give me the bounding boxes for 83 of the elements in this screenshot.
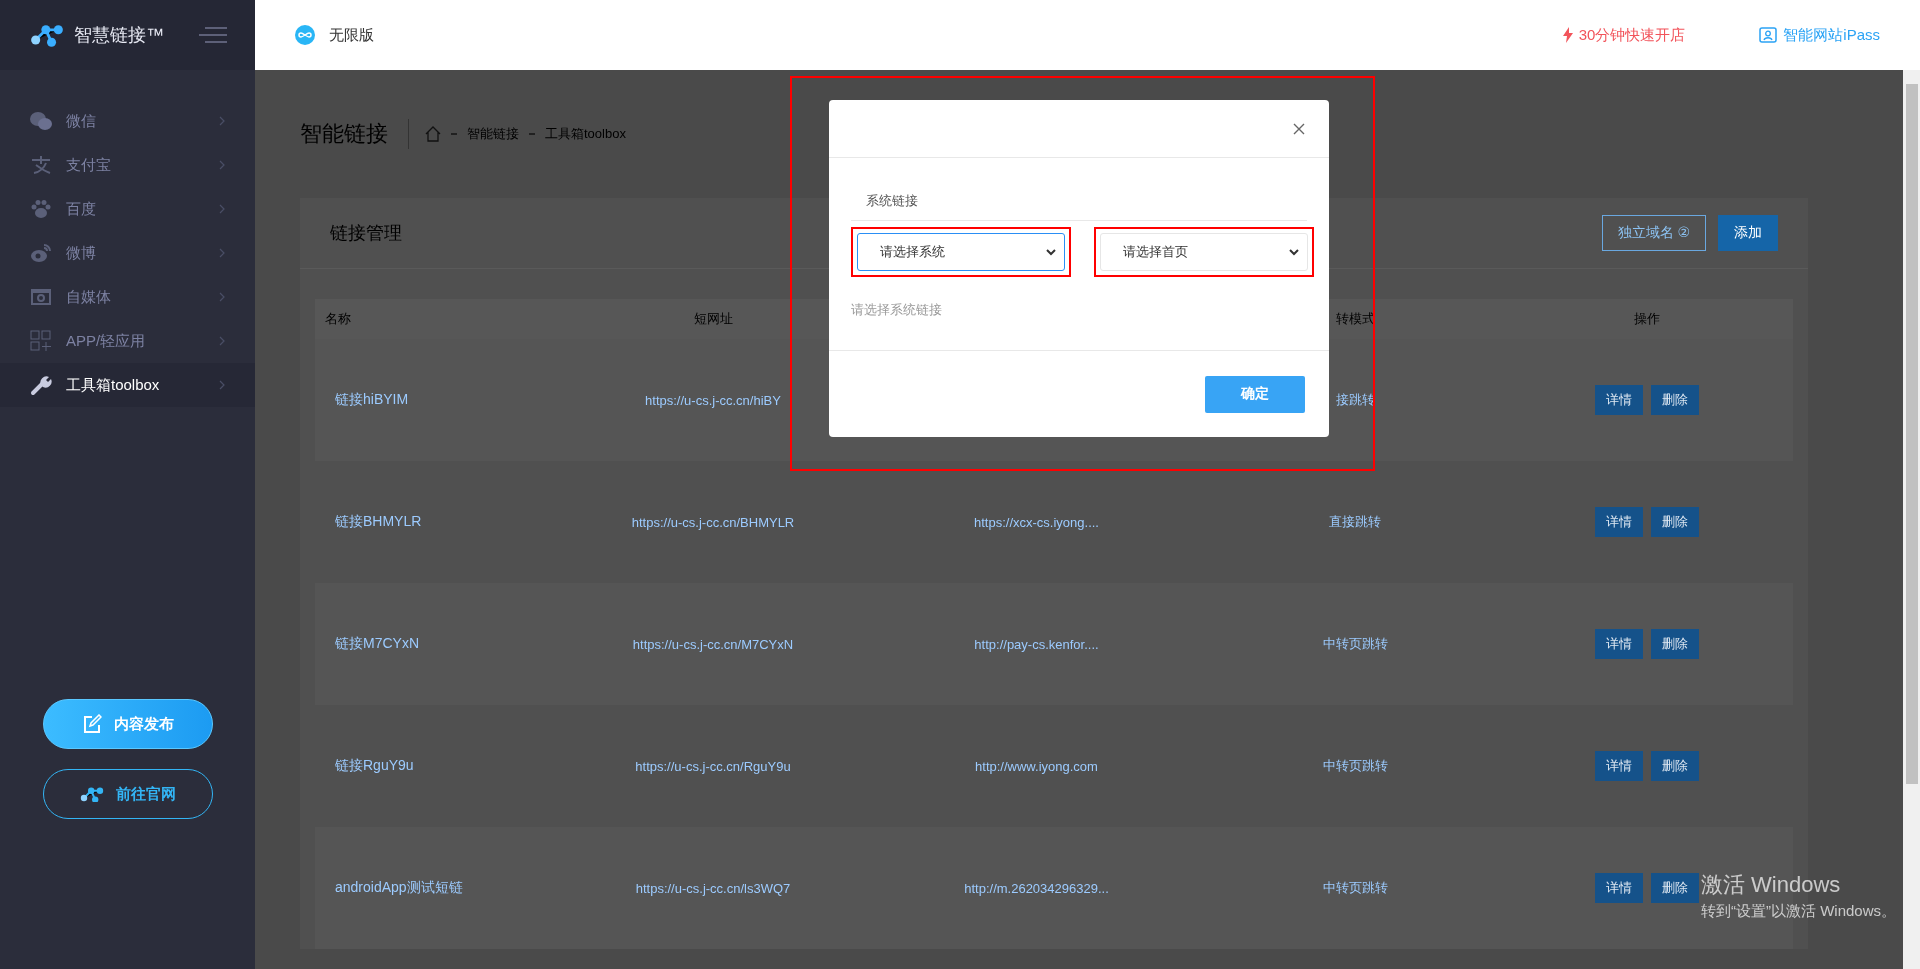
table-cell: 直接跳转 [1329,514,1381,529]
column-header: 名称 [325,311,351,326]
details-button[interactable]: 详情 [1594,873,1643,903]
link-name[interactable]: androidApp测试短链 [335,879,463,895]
edit-icon [81,714,102,734]
paw-icon [30,199,52,219]
chevron-down-icon [1289,248,1299,256]
quick-start-link[interactable]: 30分钟快速开店 [1562,25,1686,45]
logo-icon [30,23,64,47]
sidebar-item[interactable]: 支付宝 [0,143,255,187]
table-cell: 中转页跳转 [1322,636,1388,651]
brand-name: 智慧链接™ [74,24,165,47]
site-link[interactable]: 智能网站iPass [1759,25,1880,45]
scrollbar[interactable] [1903,70,1920,969]
short-url[interactable]: https://u-cs.j-cc.cn/RguY9u [635,758,791,774]
link-name[interactable]: 链接M7CYxN [335,635,419,651]
details-button[interactable]: 详情 [1594,385,1643,415]
menu-icon[interactable] [199,27,227,43]
sidebar-item[interactable]: 工具箱toolbox [0,363,255,407]
link-name[interactable]: 链接hiBYIM [335,391,409,407]
column-header: 操作 [1633,311,1660,326]
close-icon [1293,122,1305,135]
chevron-down-icon [1046,248,1056,256]
chevron-right-icon [219,292,225,302]
sidebar-item[interactable]: 自媒体 [0,275,255,319]
domain-button[interactable]: 独立域名 ② [1601,215,1706,251]
homepage-select[interactable]: 请选择首页 [1100,233,1308,271]
card-title: 链接管理 [330,222,403,245]
edition-label: 无限版 [329,25,374,45]
eye-signal-icon [30,243,52,263]
chat-bubbles-icon [30,111,52,131]
chevron-right-icon [219,380,225,390]
table-cell: 中转页跳转 [1322,758,1388,773]
sidebar-item[interactable]: 微博 [0,231,255,275]
link-name[interactable]: 链接RguY9u [335,757,414,773]
home-icon[interactable] [425,126,441,142]
confirm-button[interactable]: 确定 [1205,375,1305,413]
link-name[interactable]: 链接BHMYLR [335,513,422,529]
short-url[interactable]: https://u-cs.j-cc.cn/BHMYLR [631,514,795,530]
short-url[interactable]: https://u-cs.j-cc.cn/hiBY [645,392,781,408]
camera-icon [30,287,52,307]
add-button[interactable]: 添加 [1718,215,1778,251]
chevron-right-icon [219,160,225,170]
chevron-right-icon [219,116,225,126]
delete-button[interactable]: 删除 [1650,385,1699,415]
column-header: 短网址 [693,311,733,326]
sidebar-item[interactable]: 百度 [0,187,255,231]
delete-button[interactable]: 删除 [1650,873,1699,903]
delete-button[interactable]: 删除 [1650,507,1699,537]
sidebar-item[interactable]: APP/轻应用 [0,319,255,363]
target-url[interactable]: https://xcx-cs.iyong.... [974,514,1099,530]
sidebar-item[interactable]: 微信 [0,99,255,143]
section-label: 系统链接 [851,182,1307,221]
table-cell: 中转页跳转 [1322,880,1388,895]
hint-text: 请选择系统链接 [851,301,943,319]
short-url[interactable]: https://u-cs.j-cc.cn/M7CYxN [632,636,794,652]
target-url[interactable]: http://www.iyong.com [975,758,1098,774]
activation-text: 转到“设置”以激活 Windows。 [1701,902,1896,921]
script-glyph-icon [30,155,52,175]
delete-button[interactable]: 删除 [1650,751,1699,781]
chevron-right-icon [219,204,225,214]
page-title: 智能链接 [300,119,409,149]
infinity-icon [295,25,315,45]
apps-grid-icon [30,330,52,352]
target-url[interactable]: http://pay-cs.kenfor.... [974,636,1099,652]
delete-button[interactable]: 删除 [1650,629,1699,659]
wrench-icon [30,374,52,396]
separator-icon [451,131,457,137]
lightning-icon [1562,27,1573,43]
chevron-right-icon [219,336,225,346]
nodes-icon [79,785,104,803]
person-frame-icon [1759,27,1778,43]
short-url[interactable]: https://u-cs.j-cc.cn/ls3WQ7 [635,880,791,896]
publish-button[interactable]: 内容发布 [42,699,213,749]
chevron-right-icon [219,248,225,258]
details-button[interactable]: 详情 [1594,507,1643,537]
separator-icon [529,131,535,137]
activation-title: 激活 Windows [1701,871,1841,899]
details-button[interactable]: 详情 [1594,629,1643,659]
system-select[interactable]: 请选择系统 [857,233,1065,271]
details-button[interactable]: 详情 [1594,751,1643,781]
table-cell: 接跳转 [1335,392,1375,407]
target-url[interactable]: http://m.262034296329... [964,880,1109,896]
